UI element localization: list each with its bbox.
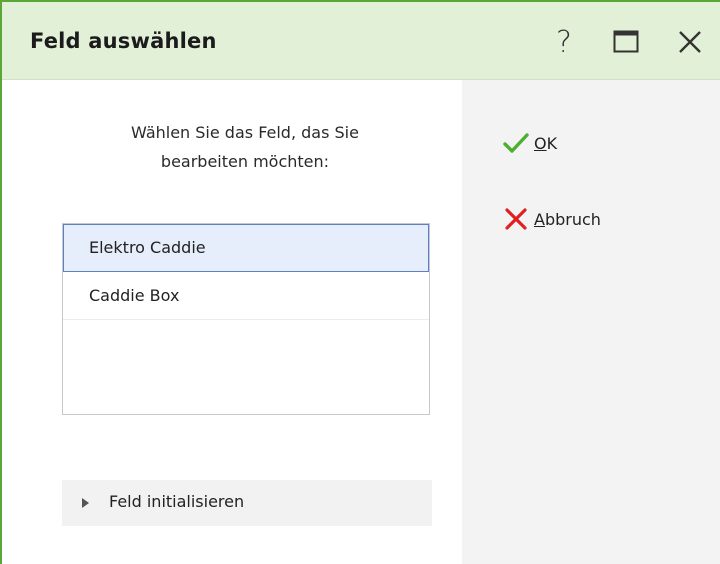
cross-icon [502,205,530,233]
ok-label-rest: K [546,133,558,153]
help-icon: ? [556,24,572,60]
dialog-window: Feld auswählen ? Wählen Sie das Feld, da… [0,0,720,564]
close-button[interactable] [670,22,710,62]
action-panel: OK Abbruch [462,80,720,564]
main-panel: Wählen Sie das Feld, das Sie bearbeiten … [2,80,462,564]
ok-label: OK [534,134,557,153]
help-button[interactable]: ? [544,22,584,62]
list-item-label: Caddie Box [89,286,180,305]
maximize-icon [613,30,639,53]
title-bar: Feld auswählen ? [2,2,720,80]
list-item-caddie-box[interactable]: Caddie Box [63,272,429,320]
close-icon [679,31,701,53]
prompt-line-1: Wählen Sie das Feld, das Sie [131,123,359,142]
prompt-line-2: bearbeiten möchten: [160,152,330,171]
triangle-right-icon [82,498,89,508]
maximize-button[interactable] [606,22,646,62]
list-item-label: Elektro Caddie [89,238,206,257]
cancel-mnemonic: A [534,209,545,229]
ok-mnemonic: O [534,133,547,153]
prompt-text: Wählen Sie das Feld, das Sie bearbeiten … [62,118,428,176]
field-listbox[interactable]: Elektro Caddie Caddie Box [62,223,430,415]
cancel-label-rest: bbruch [544,209,601,229]
dialog-title: Feld auswählen [30,29,217,53]
expander-label: Feld initialisieren [109,492,245,511]
ok-button[interactable]: OK [502,128,557,158]
feld-initialisieren-expander[interactable]: Feld initialisieren [62,480,432,526]
list-item-elektro-caddie[interactable]: Elektro Caddie [63,224,429,272]
cancel-button[interactable]: Abbruch [502,204,601,234]
cancel-label: Abbruch [534,210,601,229]
checkmark-icon [502,129,530,157]
